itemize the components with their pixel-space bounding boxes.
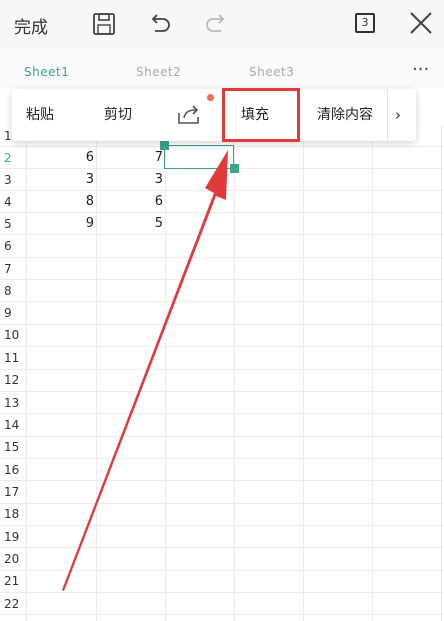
grid-row-line bbox=[0, 369, 444, 370]
grid-row-line bbox=[0, 525, 444, 526]
selection-handle-top-left[interactable] bbox=[160, 141, 169, 150]
close-icon[interactable] bbox=[408, 10, 434, 36]
row-number[interactable]: 13 bbox=[4, 396, 24, 410]
row-number[interactable]: 8 bbox=[4, 284, 24, 298]
top-toolbar: 完成 3 bbox=[0, 0, 444, 49]
done-button[interactable]: 完成 bbox=[14, 13, 48, 38]
row-number[interactable]: 22 bbox=[4, 597, 24, 611]
sheet-tabs: Sheet1 Sheet2 Sheet3 ··· bbox=[0, 48, 444, 88]
grid-row-line bbox=[0, 279, 444, 280]
row-number[interactable]: 19 bbox=[4, 530, 24, 544]
row-number[interactable]: 11 bbox=[4, 351, 24, 365]
grid-row-line bbox=[0, 391, 444, 392]
grid-row-line bbox=[0, 503, 444, 504]
grid-row-line bbox=[0, 592, 444, 593]
grid-row-line bbox=[0, 190, 444, 191]
selection-handle-bottom-right[interactable] bbox=[230, 164, 239, 173]
sheet-count-badge[interactable]: 3 bbox=[355, 13, 375, 33]
tab-sheet3[interactable]: Sheet3 bbox=[249, 65, 294, 79]
cell-b5[interactable]: 5 bbox=[130, 216, 163, 231]
share-icon[interactable] bbox=[176, 103, 202, 127]
cell-b3[interactable]: 3 bbox=[130, 172, 163, 187]
row-number[interactable]: 14 bbox=[4, 418, 24, 432]
row-number[interactable]: 6 bbox=[4, 239, 24, 253]
redo-icon[interactable] bbox=[202, 10, 230, 38]
cell-a3[interactable]: 3 bbox=[60, 172, 94, 187]
cell-a5[interactable]: 9 bbox=[60, 216, 94, 231]
cell-selection[interactable] bbox=[164, 145, 234, 169]
row-number[interactable]: 9 bbox=[4, 306, 24, 320]
cell-b4[interactable]: 6 bbox=[130, 194, 163, 209]
row-number[interactable]: 16 bbox=[4, 463, 24, 477]
grid-row-line bbox=[0, 257, 444, 258]
row-number[interactable]: 20 bbox=[4, 552, 24, 566]
grid-row-line bbox=[0, 458, 444, 459]
row-number[interactable]: 2 bbox=[4, 151, 24, 165]
grid-row-line bbox=[0, 436, 444, 437]
save-icon[interactable] bbox=[90, 10, 118, 38]
grid-row-line bbox=[0, 413, 444, 414]
undo-icon[interactable] bbox=[146, 10, 174, 38]
row-number[interactable]: 4 bbox=[4, 195, 24, 209]
row-number[interactable]: 12 bbox=[4, 373, 24, 387]
more-icon[interactable]: ··· bbox=[412, 61, 429, 79]
grid-row-line bbox=[0, 301, 444, 302]
row-number[interactable]: 17 bbox=[4, 485, 24, 499]
grid-row-line bbox=[0, 234, 444, 235]
row-number[interactable]: 15 bbox=[4, 440, 24, 454]
row-number[interactable]: 18 bbox=[4, 507, 24, 521]
grid-row-line bbox=[0, 346, 444, 347]
grid-row-line bbox=[0, 480, 444, 481]
tab-sheet2[interactable]: Sheet2 bbox=[136, 65, 181, 79]
grid-row-line bbox=[0, 547, 444, 548]
row-number[interactable]: 10 bbox=[4, 328, 24, 342]
cell-a4[interactable]: 8 bbox=[60, 194, 94, 209]
row-number[interactable]: 5 bbox=[4, 217, 24, 231]
notification-dot bbox=[207, 94, 214, 101]
chevron-right-icon[interactable]: › bbox=[395, 89, 401, 141]
tab-sheet1[interactable]: Sheet1 bbox=[24, 65, 69, 79]
menu-item-clear[interactable]: 清除内容 bbox=[317, 89, 373, 141]
cell-b2[interactable]: 7 bbox=[130, 150, 163, 165]
grid-row-line bbox=[0, 324, 444, 325]
menu-item-clear-wrapper[interactable]: 清除内容 bbox=[303, 89, 387, 141]
grid-row-line bbox=[0, 212, 444, 213]
row-number[interactable]: 21 bbox=[4, 574, 24, 588]
grid-row-line bbox=[0, 614, 444, 615]
grid-row-line bbox=[0, 570, 444, 571]
menu-item-cut[interactable]: 剪切 bbox=[104, 89, 132, 141]
cell-a2[interactable]: 6 bbox=[60, 150, 94, 165]
row-number[interactable]: 7 bbox=[4, 262, 24, 276]
row-number[interactable]: 3 bbox=[4, 173, 24, 187]
fill-highlight-box bbox=[222, 88, 300, 142]
context-menu: 粘贴 剪切 填充 清除内容 › bbox=[12, 89, 416, 141]
menu-divider bbox=[387, 89, 388, 141]
menu-item-paste[interactable]: 粘贴 bbox=[26, 89, 54, 141]
